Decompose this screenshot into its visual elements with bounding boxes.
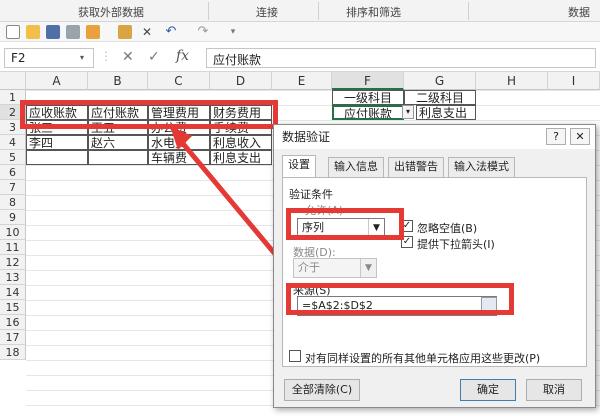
tab-ime-mode[interactable]: 输入法模式 [448,157,515,177]
data-select: 介于 ▼ [293,258,377,278]
data-select-value: 介于 [298,261,320,274]
help-button[interactable]: ? [546,128,566,145]
chevron-down-icon: ▼ [360,259,376,277]
highlight-box-allow [286,208,404,240]
highlight-box-source [286,283,514,315]
close-button[interactable]: ✕ [570,128,590,145]
clear-all-button[interactable]: 全部清除(C) [284,379,360,401]
apply-all-label: 对有同样设置的所有其他单元格应用这些更改(P) [305,352,541,365]
ignore-blank-label: 忽略空值(B) [417,222,478,235]
ok-button[interactable]: 确定 [460,379,516,401]
apply-all-checkbox[interactable] [289,350,301,362]
tab-settings[interactable]: 设置 [282,155,316,178]
tab-error-alert[interactable]: 出错警告 [388,157,444,177]
section-label-validation-criteria: 验证条件 [289,188,333,201]
cancel-button[interactable]: 取消 [526,379,582,401]
settings-panel: 验证条件 允许(A) 序列 ▼ ✓ 忽略空值(B) ✓ 提供下拉箭头(I) 数据… [282,177,587,367]
tab-input-message[interactable]: 输入信息 [328,157,384,177]
dropdown-arrow-label: 提供下拉箭头(I) [417,238,495,251]
data-validation-dialog: 数据验证 ? ✕ 设置 输入信息 出错警告 输入法模式 验证条件 允许(A) 序… [273,124,596,408]
